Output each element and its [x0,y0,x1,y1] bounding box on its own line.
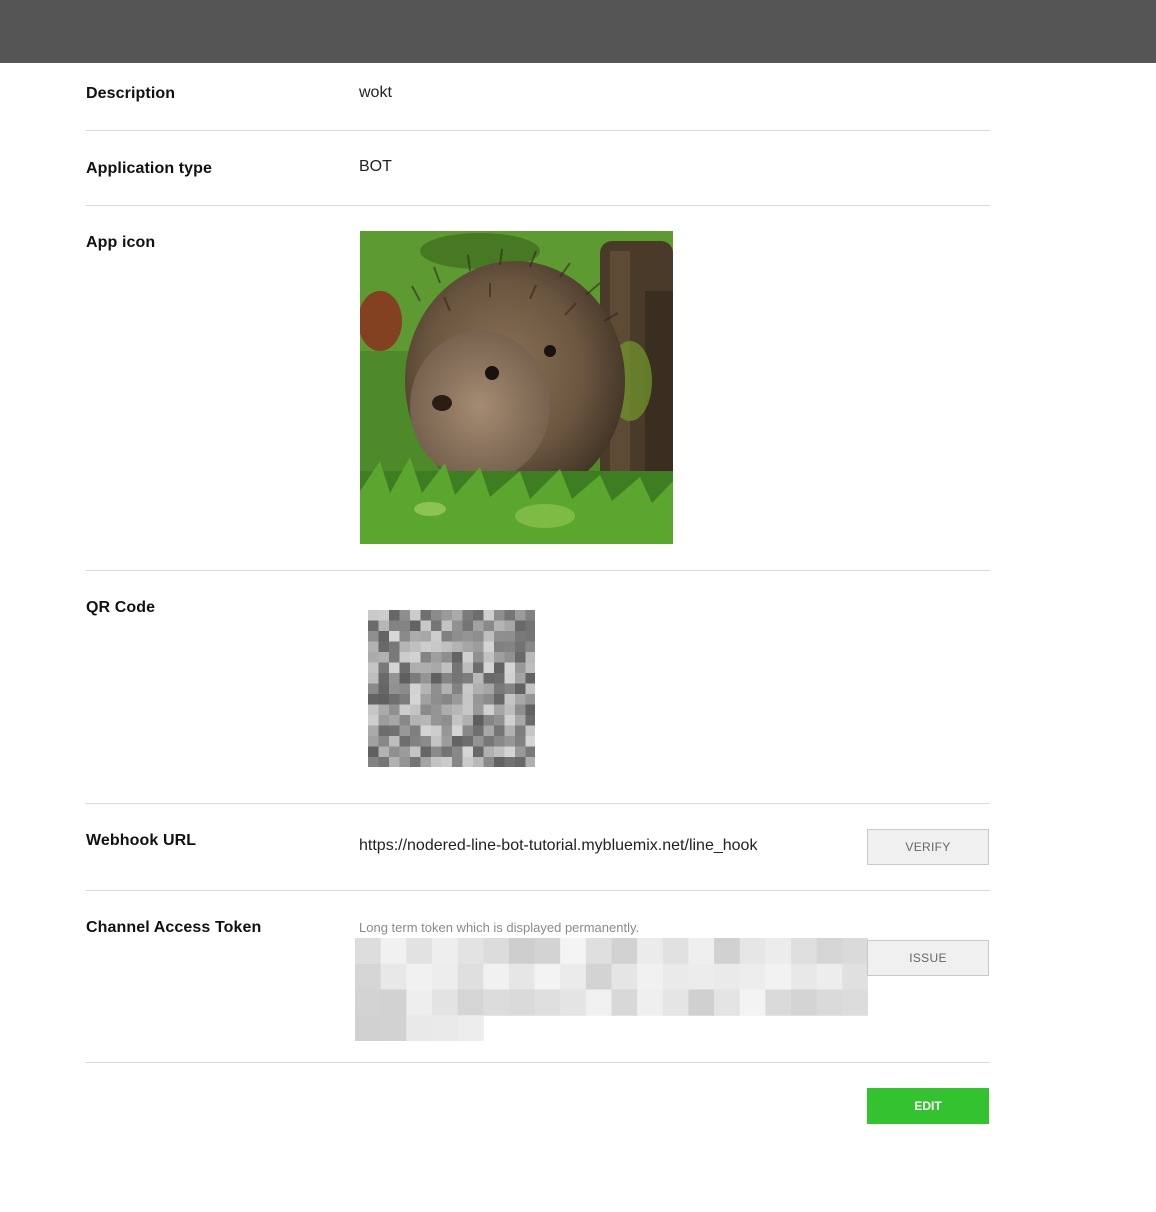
token-hint: Long term token which is displayed perma… [359,920,640,935]
app-icon-label: App icon [86,234,156,251]
divider [85,130,990,131]
webhook-url-label: Webhook URL [86,832,197,849]
application-type-label: Application type [86,160,213,177]
divider [85,570,990,571]
divider [85,803,990,804]
divider [85,205,990,206]
divider [85,890,990,891]
issue-button[interactable]: ISSUE [867,940,989,976]
description-value: wokt [359,84,392,101]
access-token-value [355,938,869,1042]
description-label: Description [86,85,176,102]
qr-code-image [368,610,537,768]
divider [85,1062,990,1063]
top-bar [0,0,1156,63]
verify-button[interactable]: VERIFY [867,829,989,865]
qr-code-label: QR Code [86,599,156,616]
webhook-url-value: https://nodered-line-bot-tutorial.myblue… [359,837,758,854]
channel-access-token-label: Channel Access Token [86,919,262,936]
application-type-value: BOT [359,158,392,175]
app-icon-image [360,231,673,544]
edit-button[interactable]: EDIT [867,1088,989,1124]
